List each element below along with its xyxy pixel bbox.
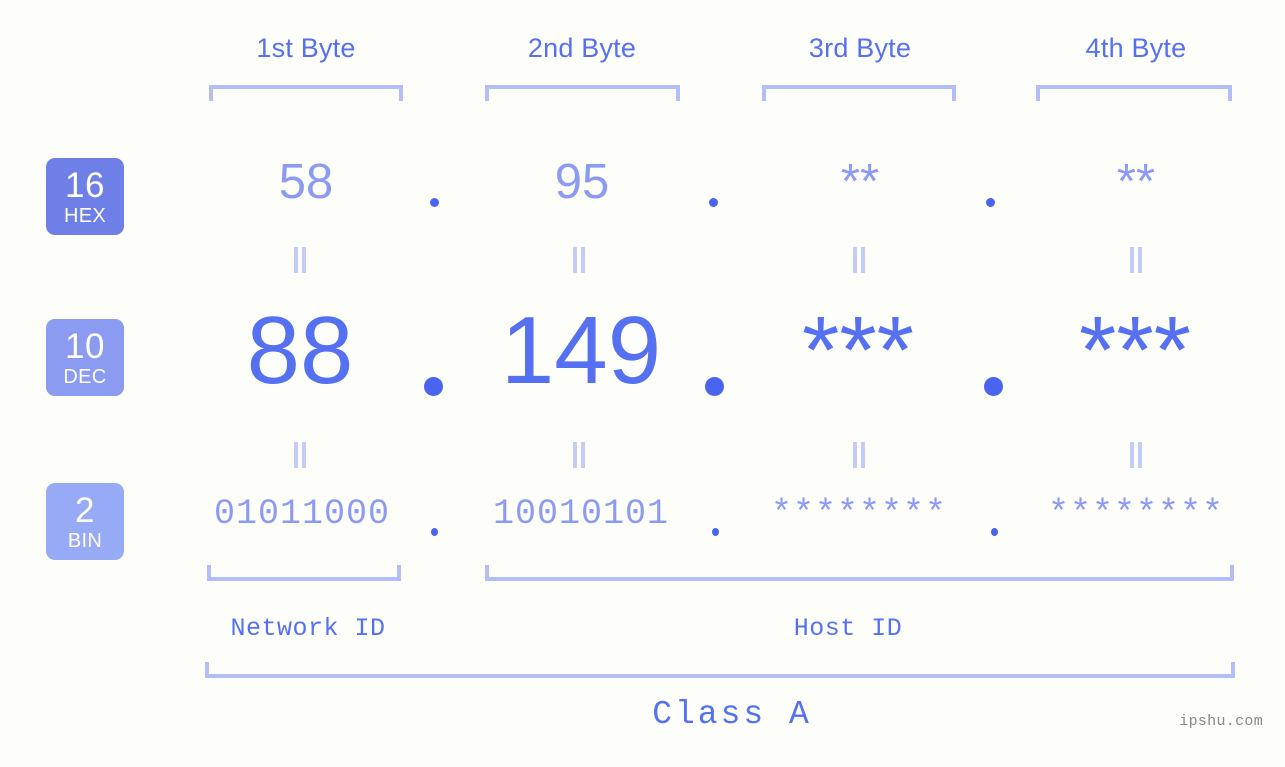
byte-bracket-top-1 [209, 85, 403, 101]
base-badge-bin-name: BIN [67, 529, 103, 552]
dec-byte-1: 88 [246, 297, 354, 404]
dec-separator-dot-2 [705, 377, 724, 396]
byte-bracket-top-3 [762, 85, 956, 101]
byte-bracket-top-4 [1036, 85, 1232, 101]
dec-separator-dot-3 [984, 377, 1003, 396]
bin-byte-1: 01011000 [213, 494, 391, 534]
equivalence-mark-hex-dec-2 [571, 247, 587, 273]
equivalence-mark-hex-dec-3 [851, 247, 867, 273]
base-badge-hex-number: 16 [65, 165, 105, 205]
equivalence-mark-dec-bin-2 [571, 442, 587, 468]
base-badge-hex-name: HEX [63, 204, 107, 227]
dec-byte-4: *** [1078, 297, 1192, 404]
bin-separator-dot-1 [431, 528, 438, 536]
base-badge-dec-number: 10 [65, 326, 105, 366]
equivalence-mark-hex-dec-1 [292, 247, 308, 273]
equivalence-mark-hex-dec-4 [1128, 247, 1144, 273]
bin-byte-3: ******** [770, 494, 948, 534]
base-badge-dec-name: DEC [63, 365, 107, 388]
bin-separator-dot-3 [991, 528, 998, 536]
dec-byte-2: 149 [500, 297, 662, 404]
segment-bracket-host-id [485, 565, 1234, 581]
byte-header-label-1: 1st Byte [256, 33, 356, 63]
segment-label-network-id: Network ID [230, 614, 386, 643]
bin-separator-dot-2 [712, 528, 719, 536]
byte-header-label-2: 2nd Byte [527, 33, 637, 63]
hex-byte-4: ** [1116, 155, 1156, 209]
segment-label-host-id: Host ID [793, 614, 903, 643]
equivalence-mark-dec-bin-4 [1128, 442, 1144, 468]
segment-bracket-network-id [207, 565, 401, 581]
base-badge-bin-number: 2 [75, 490, 95, 530]
dec-separator-dot-1 [424, 377, 443, 396]
byte-header-label-4: 4th Byte [1085, 33, 1187, 63]
base-badge-bin: 2 BIN [46, 483, 124, 560]
equivalence-mark-dec-bin-1 [292, 442, 308, 468]
hex-byte-3: ** [840, 155, 880, 209]
equivalence-mark-dec-bin-3 [851, 442, 867, 468]
byte-header-label-3: 3rd Byte [808, 33, 912, 63]
class-label: Class A [652, 696, 812, 733]
dec-byte-3: *** [801, 297, 915, 404]
hex-separator-dot-2 [709, 198, 718, 207]
base-badge-dec: 10 DEC [46, 319, 124, 396]
byte-bracket-top-2 [485, 85, 680, 101]
hex-separator-dot-3 [986, 198, 995, 207]
hex-separator-dot-1 [430, 198, 439, 207]
base-badge-hex: 16 HEX [46, 158, 124, 235]
ip-address-breakdown-diagram: 1st Byte 2nd Byte 3rd Byte 4th Byte 16 H… [0, 0, 1285, 767]
bin-byte-4: ******** [1047, 494, 1225, 534]
hex-byte-1: 58 [278, 155, 334, 209]
watermark-text: ipshu.com [1179, 713, 1263, 730]
hex-byte-2: 95 [554, 155, 610, 209]
class-bracket [205, 662, 1235, 678]
bin-byte-2: 10010101 [492, 494, 670, 534]
